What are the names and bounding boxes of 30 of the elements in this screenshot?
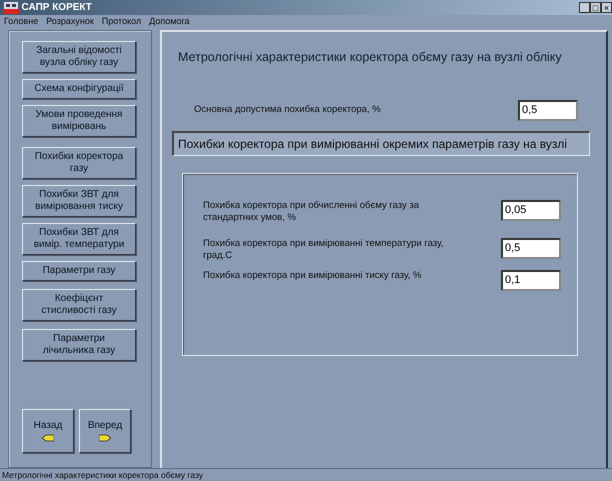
back-button[interactable]: Назад <box>22 409 74 453</box>
forward-button[interactable]: Вперед <box>79 409 131 453</box>
section-header: Похибки коректора при вимірюванні окремих параметрів газу на вузлі <box>172 130 590 156</box>
sidebar-button[interactable]: Похибки ЗВТ для вимір. температури <box>22 223 136 255</box>
field-label: Похибка коректора при вимірюванні тиску газу, % <box>203 270 422 282</box>
sidebar-button[interactable]: Умови проведення вимірювань <box>22 105 136 137</box>
status-bar: Метрологічні характеристики коректора обєму газу <box>0 468 612 481</box>
sidebar-button[interactable]: Похибки коректора газу <box>22 147 136 179</box>
sidebar-button[interactable]: Коефіцєнт стисливості газу <box>22 289 136 321</box>
input-field[interactable]: 0,05 <box>501 200 561 221</box>
input-field[interactable]: 0,1 <box>501 270 561 291</box>
sidebar-button[interactable]: Схема конфігурації <box>22 79 136 99</box>
field-label: Основна допустима похибка коректора, % <box>194 104 382 116</box>
menu-item[interactable]: Допомога <box>149 14 190 28</box>
field-label: Похибка коректора при вимірюванні температури газу, град.С <box>203 238 444 262</box>
window-title: САПР КОРЕКТ <box>22 1 92 15</box>
page-heading: Метрологічні характеристики коректора обєму газу на вузлі обліку <box>178 49 563 66</box>
sidebar-button[interactable]: Загальні відомості вузла обліку газу <box>22 41 136 73</box>
menu-item[interactable]: Головне <box>4 14 38 28</box>
input-field[interactable]: 0,5 <box>501 238 561 259</box>
maximize-button[interactable]: □ <box>590 2 601 13</box>
menu-item[interactable]: Розрахунок <box>46 14 94 28</box>
sidebar-button[interactable]: Параметри газу <box>22 261 136 281</box>
sidebar-button[interactable]: Параметри лічильника газу <box>22 329 136 361</box>
app-icon <box>3 2 19 14</box>
menu-item[interactable]: Протокол <box>102 14 142 28</box>
close-button[interactable]: × <box>601 2 612 13</box>
sidebar-button[interactable]: Похибки ЗВТ для вимірювання тиску <box>22 185 136 217</box>
input-field[interactable]: 0,5 <box>518 100 578 121</box>
field-label: Похибка коректора при обчисленні обєму газу за стандартних умов, % <box>203 200 420 224</box>
